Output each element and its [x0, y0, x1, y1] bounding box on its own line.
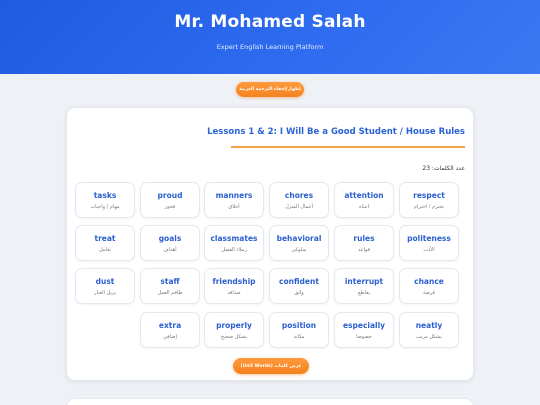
- word-english: proud: [157, 191, 183, 200]
- word-card[interactable]: tasks مهام / واجبات: [75, 182, 135, 218]
- word-english: chores: [284, 191, 314, 200]
- word-card[interactable]: proud فخور: [140, 182, 200, 218]
- word-arabic: بشكل مرتب: [416, 334, 442, 340]
- word-arabic: صداقة: [227, 290, 241, 296]
- word-card[interactable]: staff طاقم العمل: [140, 268, 200, 304]
- site-header: Mr. Mohamed Salah Expert English Learnin…: [0, 0, 540, 74]
- word-arabic: زملاء الفصل: [221, 247, 247, 253]
- word-english: friendship: [212, 277, 256, 286]
- word-english: confident: [279, 277, 319, 286]
- word-card[interactable]: politeness الأدب: [399, 225, 459, 261]
- word-arabic: فرصة: [422, 290, 436, 296]
- word-english: dust: [95, 277, 115, 286]
- word-arabic: يعامل: [99, 247, 111, 253]
- word-arabic: واثق: [294, 290, 304, 296]
- word-english: goals: [158, 234, 182, 243]
- word-card[interactable]: rules قواعد: [334, 225, 394, 261]
- word-card[interactable]: respect يحترم / احترام: [399, 182, 459, 218]
- word-english: attention: [344, 191, 384, 200]
- word-card[interactable]: position مكانة: [269, 312, 329, 348]
- lesson-title: Lessons 1 & 2: I Will Be a Good Student …: [207, 127, 465, 137]
- site-subtitle: Expert English Learning Platform: [216, 43, 324, 51]
- lesson-card: Lessons 1 & 2: I Will Be a Good Student …: [66, 107, 474, 381]
- word-english: manners: [215, 191, 253, 200]
- word-english: especially: [342, 321, 386, 330]
- unit-words-button[interactable]: عرض كلمات (Unit Words): [233, 358, 309, 374]
- word-arabic: يزيل الغبار: [94, 290, 116, 296]
- word-count: عدد الكلمات: 23: [422, 165, 465, 172]
- word-english: position: [281, 321, 317, 330]
- word-arabic: إضافي: [163, 334, 177, 340]
- word-arabic: أعمال المنزل: [285, 204, 313, 210]
- word-arabic: قواعد: [358, 247, 370, 253]
- word-arabic: سلوكي: [291, 247, 307, 253]
- word-card[interactable]: manners أخلاق: [204, 182, 264, 218]
- word-arabic: بشكل صحيح: [220, 334, 248, 340]
- word-arabic: فخور: [164, 204, 176, 210]
- next-lesson-card: [66, 398, 474, 405]
- word-english: treat: [94, 234, 116, 243]
- word-english: interrupt: [344, 277, 384, 286]
- word-english: respect: [413, 191, 445, 200]
- toggle-translation-button[interactable]: إظهار/إخفاء الترجمة العربية: [236, 82, 304, 97]
- word-arabic: طاقم العمل: [157, 290, 183, 296]
- word-arabic: انتباه: [359, 204, 369, 210]
- word-english: extra: [158, 321, 182, 330]
- word-card[interactable]: confident واثق: [269, 268, 329, 304]
- word-arabic: يحترم / احترام: [413, 204, 445, 210]
- word-card[interactable]: chores أعمال المنزل: [269, 182, 329, 218]
- word-card[interactable]: dust يزيل الغبار: [75, 268, 135, 304]
- site-title: Mr. Mohamed Salah: [174, 12, 366, 32]
- word-english: rules: [353, 234, 375, 243]
- word-card[interactable]: treat يعامل: [75, 225, 135, 261]
- word-card[interactable]: especially خصوصا: [334, 312, 394, 348]
- word-card[interactable]: chance فرصة: [399, 268, 459, 304]
- word-english: properly: [216, 321, 252, 330]
- word-english: classmates: [210, 234, 258, 243]
- word-english: behavioral: [276, 234, 322, 243]
- word-card[interactable]: attention انتباه: [334, 182, 394, 218]
- title-divider: [231, 146, 465, 148]
- word-arabic: خصوصا: [356, 334, 372, 340]
- word-card[interactable]: neatly بشكل مرتب: [399, 312, 459, 348]
- word-card[interactable]: extra إضافي: [140, 312, 200, 348]
- word-arabic: مكانة: [293, 334, 305, 340]
- word-english: politeness: [407, 234, 451, 243]
- word-card[interactable]: goals أهداف: [140, 225, 200, 261]
- word-card[interactable]: behavioral سلوكي: [269, 225, 329, 261]
- word-arabic: مهام / واجبات: [90, 204, 120, 210]
- word-arabic: الأدب: [423, 247, 435, 253]
- word-card[interactable]: properly بشكل صحيح: [204, 312, 264, 348]
- word-english: tasks: [93, 191, 117, 200]
- word-card[interactable]: interrupt يقاطع: [334, 268, 394, 304]
- word-english: chance: [414, 277, 444, 286]
- word-arabic: يقاطع: [357, 290, 371, 296]
- word-card[interactable]: classmates زملاء الفصل: [204, 225, 264, 261]
- word-arabic: أهداف: [163, 247, 177, 253]
- word-english: neatly: [415, 321, 443, 330]
- word-arabic: أخلاق: [228, 204, 240, 210]
- word-card[interactable]: friendship صداقة: [204, 268, 264, 304]
- word-english: staff: [160, 277, 180, 286]
